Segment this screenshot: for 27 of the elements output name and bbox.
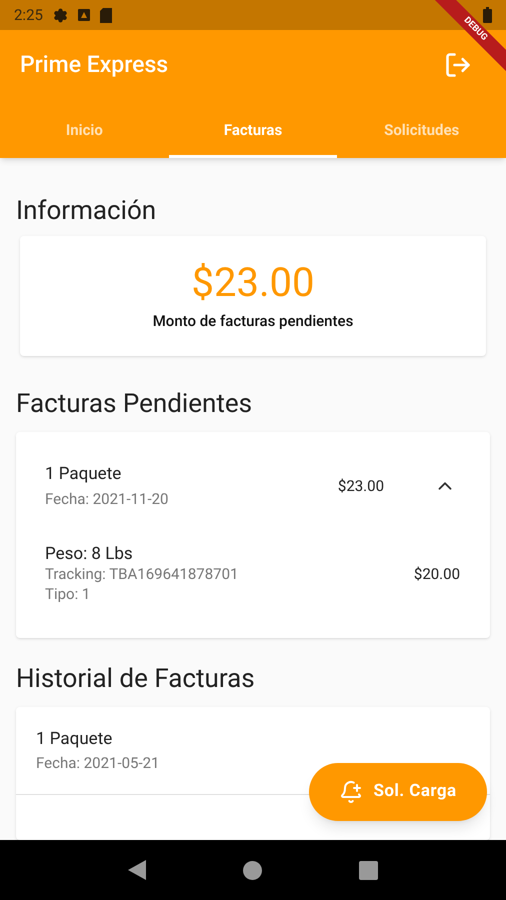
invoice-date: Fecha: 2021-11-20 [45,488,170,510]
tab[interactable]: Inicio [0,100,169,158]
invoice-title: 1 Paquete [36,728,112,750]
package-type: Tipo: 1 [45,584,92,604]
amount-caption: Monto de facturas pendientes [152,310,354,332]
section-heading: Facturas Pendientes [16,389,254,419]
section-heading: Información [16,196,158,226]
bell-plus-icon [339,780,364,804]
request-pickup-button[interactable]: Sol. Carga [309,763,487,821]
recents-icon[interactable] [358,860,378,880]
back-icon[interactable] [128,860,146,880]
package-weight: Peso: 8 Lbs [45,544,134,564]
app-title: Prime Express [20,50,170,80]
section-heading: Historial de Facturas [16,664,256,694]
tab[interactable]: Facturas [168,100,338,158]
invoice-amount: $23.00 [338,476,384,497]
sd-card-icon [100,8,112,22]
pending-amount: $23.00 [192,260,314,306]
status-time: 2:25 [14,4,43,26]
settings-icon [52,8,68,22]
tracking-number: Tracking: TBA169641878701 [45,564,240,584]
tab[interactable]: Solicitudes [337,100,506,158]
invoice-date: Fecha: 2021-05-21 [36,753,160,774]
invoice-row[interactable]: 1 Paquete Fecha: 2021-11-20 $23.00 [16,432,490,540]
package-amount: $20.00 [414,564,460,585]
invoice-title: 1 Paquete [45,463,122,486]
home-icon[interactable] [242,860,262,880]
